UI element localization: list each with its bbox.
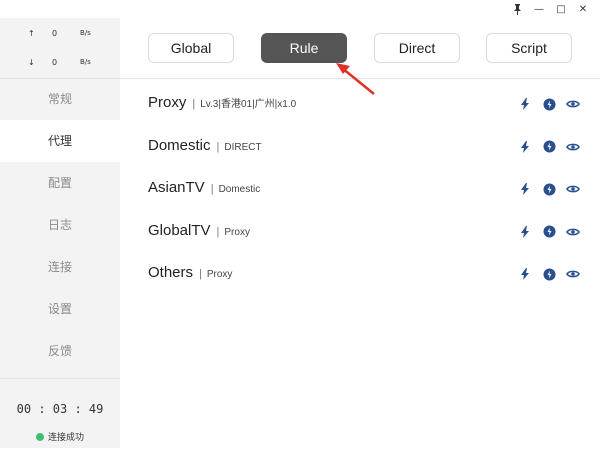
- group-selected: DIRECT: [224, 141, 262, 153]
- speed-test-icon[interactable]: [542, 225, 556, 239]
- proxy-group-row[interactable]: AsianTV | Domestic: [120, 165, 600, 208]
- separator: |: [216, 140, 220, 153]
- pin-icon[interactable]: [506, 2, 528, 16]
- sidebar-item-settings[interactable]: 设置: [0, 288, 120, 330]
- proxy-group-list: Proxy | Lv.3|香港01|广州|x1.0 Domestic | DIRECT …: [120, 80, 600, 293]
- download-arrow-icon: ↓: [28, 58, 35, 67]
- close-icon[interactable]: ✕: [572, 2, 594, 16]
- eye-icon[interactable]: [566, 140, 580, 154]
- proxy-group-row[interactable]: Domestic | DIRECT: [120, 123, 600, 166]
- speed-test-icon[interactable]: [542, 182, 556, 196]
- separator: |: [199, 268, 202, 280]
- window-controls: — □ ✕: [506, 2, 594, 16]
- group-name: GlobalTV: [148, 221, 211, 239]
- download-value: 0: [52, 58, 58, 67]
- group-name: AsianTV: [148, 179, 205, 196]
- sidebar-item-profiles[interactable]: 配置: [0, 162, 120, 204]
- sidebar-item-proxies[interactable]: 代理: [0, 120, 120, 162]
- status-text: 连接成功: [48, 432, 85, 442]
- sidebar-footer: 00 : 03 : 49 连接成功: [0, 378, 120, 449]
- sidebar-item-feedback[interactable]: 反馈: [0, 330, 120, 372]
- bolt-icon[interactable]: [518, 182, 532, 196]
- sidebar-nav: 常规 代理 配置 日志 连接 设置 反馈: [0, 78, 120, 372]
- speed-test-icon[interactable]: [542, 97, 556, 111]
- upload-value: 0: [52, 29, 58, 38]
- sidebar-item-connections[interactable]: 连接: [0, 246, 120, 288]
- upload-arrow-icon: ↑: [28, 29, 35, 38]
- group-selected: Domestic: [218, 184, 261, 195]
- group-name: Domestic: [148, 136, 211, 154]
- bolt-icon[interactable]: [518, 225, 532, 239]
- mode-script-button[interactable]: Script: [486, 33, 572, 63]
- minimize-icon[interactable]: —: [528, 2, 550, 16]
- group-name: Proxy: [148, 94, 187, 111]
- sidebar-item-label: 代理: [47, 134, 72, 148]
- status-dot-icon: [36, 432, 44, 441]
- eye-icon[interactable]: [566, 267, 580, 281]
- title-bar: — □ ✕: [0, 0, 600, 18]
- separator: |: [192, 98, 196, 110]
- group-selected: Proxy: [206, 269, 233, 280]
- speed-test-icon[interactable]: [542, 140, 556, 154]
- mode-rule-button[interactable]: Rule: [261, 33, 347, 63]
- mode-direct-button[interactable]: Direct: [374, 33, 460, 63]
- eye-icon[interactable]: [566, 97, 580, 111]
- sidebar-item-label: 设置: [47, 302, 72, 316]
- download-rate: ↓ 0 B/s: [0, 56, 120, 70]
- bolt-icon[interactable]: [518, 140, 532, 154]
- speed-test-icon[interactable]: [542, 267, 556, 281]
- proxy-group-row[interactable]: Others | Proxy: [120, 250, 600, 293]
- sidebar: ↑ 0 B/s ↓ 0 B/s 常规 代理 配置 日志 连接 设置 反馈 00 …: [0, 0, 120, 448]
- eye-icon[interactable]: [566, 225, 580, 239]
- group-selected: Proxy: [224, 226, 250, 238]
- sidebar-item-label: 常规: [47, 92, 72, 106]
- group-selected: Lv.3|香港01|广州|x1.0: [200, 99, 297, 110]
- proxy-group-row[interactable]: Proxy | Lv.3|香港01|广州|x1.0: [120, 80, 600, 123]
- sidebar-item-label: 连接: [47, 260, 72, 274]
- mode-global-button[interactable]: Global: [148, 33, 234, 63]
- sidebar-item-general[interactable]: 常规: [0, 78, 120, 120]
- separator: |: [210, 183, 214, 195]
- bolt-icon[interactable]: [518, 97, 532, 111]
- upload-rate: ↑ 0 B/s: [0, 27, 120, 41]
- download-unit: B/s: [80, 58, 91, 66]
- separator: |: [216, 225, 220, 238]
- sidebar-item-label: 反馈: [47, 344, 72, 358]
- group-name: Others: [148, 264, 194, 281]
- uptime-timer: 00 : 03 : 49: [16, 402, 104, 416]
- eye-icon[interactable]: [566, 182, 580, 196]
- connection-status: 连接成功: [36, 430, 84, 443]
- proxy-group-row[interactable]: GlobalTV | Proxy: [120, 208, 600, 251]
- upload-unit: B/s: [80, 29, 91, 37]
- sidebar-item-label: 日志: [47, 218, 72, 232]
- sidebar-item-logs[interactable]: 日志: [0, 204, 120, 246]
- sidebar-item-label: 配置: [47, 176, 72, 190]
- maximize-icon[interactable]: □: [550, 2, 572, 16]
- bolt-icon[interactable]: [518, 267, 532, 281]
